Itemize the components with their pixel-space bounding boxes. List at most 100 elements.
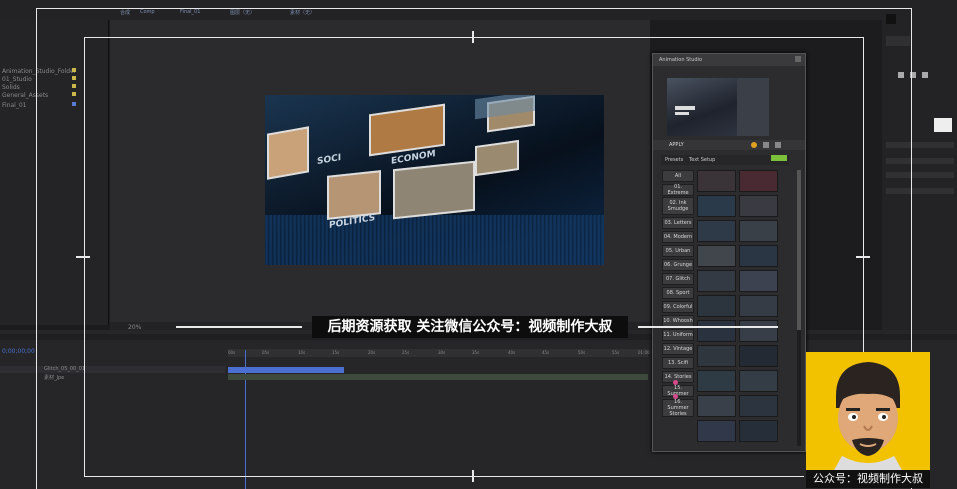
color-swatch[interactable] — [886, 14, 896, 24]
preset-thumbnail[interactable] — [739, 320, 778, 342]
fill-color-swatch[interactable] — [934, 118, 952, 132]
safe-guide — [863, 37, 864, 352]
project-item[interactable]: General_Assets — [2, 92, 48, 99]
safe-guide — [84, 476, 804, 477]
trash-icon[interactable] — [775, 142, 781, 148]
preset-thumbnail[interactable] — [697, 220, 736, 242]
tab-final[interactable]: Final_01 — [180, 9, 200, 15]
center-mark — [76, 256, 90, 258]
new-badge-dot — [673, 380, 678, 385]
scrollbar[interactable] — [797, 170, 801, 446]
preset-thumbnail[interactable] — [697, 345, 736, 367]
safe-guide — [84, 37, 864, 38]
preset-thumbnail[interactable] — [739, 245, 778, 267]
ruler-tick: 55s — [612, 350, 620, 355]
category-item[interactable]: 02. Ink Smudge — [662, 197, 694, 215]
outer-guide — [36, 8, 37, 489]
tab-comp-name[interactable]: Comp — [140, 9, 155, 15]
property-row[interactable] — [886, 158, 954, 164]
outer-guide — [36, 8, 912, 9]
close-icon[interactable] — [795, 56, 801, 62]
settings-icon[interactable] — [751, 142, 757, 148]
tab-footage[interactable]: 素材（无） — [290, 9, 315, 16]
category-item[interactable]: 03. Letters — [662, 217, 694, 229]
preset-thumbnail[interactable] — [697, 170, 736, 192]
top-tab-bar: 合成 Comp Final_01 图层（无） 素材（无） — [0, 0, 957, 20]
animation-studio-panel: Animation Studio APPLY Presets Text Setu… — [652, 53, 806, 452]
project-item[interactable]: 01_Studio — [2, 76, 32, 83]
category-item[interactable]: 06. Grunge — [662, 259, 694, 271]
photo-card — [267, 126, 309, 180]
preset-preview — [667, 78, 739, 136]
comp-icon — [72, 102, 76, 106]
ruler-tick: 45s — [542, 350, 550, 355]
watermark-banner: 后期资源获取 关注微信公众号：视频制作大叔 — [312, 316, 628, 338]
category-item[interactable]: 16. Summer Stories — [662, 399, 694, 417]
preset-thumbnail[interactable] — [697, 195, 736, 217]
avatar-caption: 公众号：视频制作大叔 — [806, 470, 930, 488]
preset-thumbnail[interactable] — [739, 170, 778, 192]
category-item[interactable]: 07. Glitch — [662, 273, 694, 285]
layer-name[interactable]: Glitch_05_00_01 — [44, 366, 85, 372]
ruler-tick: 35s — [472, 350, 480, 355]
video-frame: SOCI ECONOM POLITICS — [265, 95, 604, 265]
preset-thumbnail[interactable] — [739, 420, 778, 442]
scrollbar-thumb[interactable] — [797, 170, 801, 330]
time-ruler[interactable]: 00s 05s 10s 15s 20s 25s 30s 35s 40s 45s … — [228, 349, 650, 357]
category-item[interactable]: 01. Extreme — [662, 184, 694, 196]
ruler-tick: 40s — [508, 350, 516, 355]
project-panel: Animation_Studio_Folder 01_Studio Solids… — [0, 20, 109, 325]
layer-row[interactable]: 素材_Jpe — [0, 374, 225, 381]
layer-row[interactable]: Glitch_05_00_01 — [0, 366, 225, 373]
category-item[interactable]: 13. Scifi — [662, 357, 694, 369]
play-icon[interactable] — [898, 72, 904, 78]
category-item[interactable]: 09. Colorful — [662, 301, 694, 313]
preset-thumbnail[interactable] — [739, 395, 778, 417]
project-item[interactable]: Animation_Studio_Folder — [2, 68, 76, 75]
preset-thumbnail[interactable] — [697, 270, 736, 292]
property-row[interactable] — [886, 172, 954, 178]
category-item[interactable]: 08. Sport — [662, 287, 694, 299]
preset-thumbnail[interactable] — [739, 270, 778, 292]
preset-thumbnail[interactable] — [697, 370, 736, 392]
preset-thumbnail[interactable] — [739, 370, 778, 392]
ruler-tick: 10s — [298, 350, 306, 355]
category-item[interactable]: 04. Modern — [662, 231, 694, 243]
category-all[interactable]: All — [662, 170, 694, 182]
category-item[interactable]: 11. Uniform — [662, 329, 694, 341]
preset-thumbnail[interactable] — [697, 320, 736, 342]
last-frame-icon[interactable] — [922, 72, 928, 78]
preset-thumbnail[interactable] — [697, 420, 736, 442]
preset-thumbnail[interactable] — [739, 345, 778, 367]
tab-text-setup[interactable]: Text Setup — [689, 157, 715, 163]
tab-comp[interactable]: 合成 — [120, 9, 130, 16]
preset-thumbnail[interactable] — [739, 195, 778, 217]
photo-card — [475, 139, 519, 177]
right-properties-panel — [882, 0, 957, 340]
property-field[interactable] — [886, 36, 910, 46]
preset-thumbnail[interactable] — [697, 395, 736, 417]
category-item[interactable]: 15. Summer — [662, 385, 694, 397]
property-row[interactable] — [886, 142, 954, 148]
layer-bar[interactable] — [228, 374, 648, 380]
preset-thumbnail[interactable] — [739, 220, 778, 242]
panel-title: Animation Studio — [659, 57, 703, 63]
preset-preview-side — [737, 78, 769, 136]
layer-bar[interactable] — [228, 367, 344, 373]
favorite-icon[interactable] — [763, 142, 769, 148]
apply-bar: APPLY — [653, 140, 805, 150]
project-item[interactable]: Final_01 — [2, 102, 26, 109]
tab-presets[interactable]: Presets — [665, 157, 683, 163]
tab-layer[interactable]: 图层（无） — [230, 9, 255, 16]
project-item[interactable]: Solids — [2, 84, 20, 91]
preset-thumbnail[interactable] — [697, 295, 736, 317]
preset-thumbnail[interactable] — [739, 295, 778, 317]
category-item[interactable]: 14. Stories — [662, 371, 694, 383]
category-item[interactable]: 12. Vintage — [662, 343, 694, 355]
preset-thumbnail[interactable] — [697, 245, 736, 267]
apply-button[interactable]: APPLY — [669, 142, 684, 148]
timecode[interactable]: 0;00;00;00 — [2, 348, 35, 355]
category-item[interactable]: 05. Urban — [662, 245, 694, 257]
layer-name[interactable]: 素材_Jpe — [44, 374, 64, 381]
text-style-row[interactable] — [886, 188, 954, 194]
